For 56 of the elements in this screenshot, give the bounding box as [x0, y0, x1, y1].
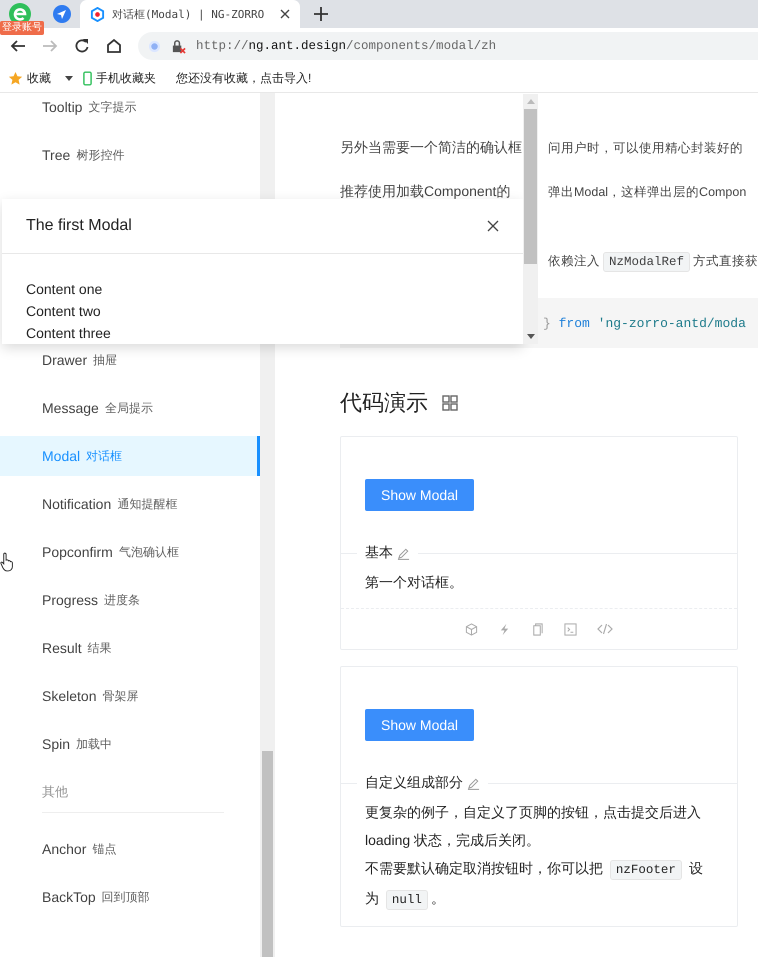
- home-icon[interactable]: [106, 38, 122, 54]
- sidebar-item[interactable]: Notification 通知提醒框: [0, 484, 260, 524]
- paragraph-text: 依赖注入 NzModalRef 方式直接获: [548, 252, 758, 270]
- bookmark[interactable]: 收藏: [8, 70, 51, 86]
- bookmark-hint[interactable]: 您还没有收藏，点击导入!: [176, 70, 312, 86]
- demo-description: 不需要默认确定取消按钮时，你可以把 nzFooter 设为 null 。: [365, 854, 713, 914]
- phone-icon: [83, 70, 92, 86]
- modal-content-line: Content two: [26, 302, 102, 321]
- sidebar-item[interactable]: Anchor 锚点: [0, 829, 260, 869]
- edit-icon[interactable]: [397, 546, 410, 560]
- scroll-down-icon[interactable]: [526, 334, 534, 339]
- demo-description: 更复杂的例子，自定义了页脚的按钮，点击提交后进入loading 状态，完成后关闭。: [365, 803, 702, 850]
- paragraph-text: 另外当需要一个简洁的确认框: [340, 139, 522, 155]
- back-icon[interactable]: [10, 38, 26, 54]
- lock-icon: [171, 38, 186, 54]
- close-icon[interactable]: [487, 220, 499, 232]
- edit-icon[interactable]: [467, 776, 480, 790]
- code-icon[interactable]: [597, 623, 613, 635]
- paragraph-text: 推荐使用加载Component的: [340, 183, 510, 199]
- reload-icon[interactable]: [74, 38, 90, 54]
- terminal-icon[interactable]: [564, 622, 577, 636]
- sidebar-item[interactable]: Drawer 抽屉: [0, 340, 260, 380]
- sidebar-item[interactable]: Tree 树形控件: [0, 135, 260, 175]
- modal-content-line: Content three: [26, 324, 112, 343]
- site-dot-icon: [148, 40, 161, 52]
- paragraph-text: 问用户时，可以使用精心封装好的: [548, 140, 743, 156]
- group-label: 其他: [42, 783, 68, 801]
- new-tab-icon[interactable]: [314, 7, 328, 21]
- copy-icon[interactable]: [531, 622, 544, 636]
- grid-icon[interactable]: [442, 395, 458, 411]
- scrollbar[interactable]: [523, 94, 538, 344]
- favicon-icon: [90, 6, 105, 22]
- close-icon[interactable]: [280, 9, 290, 19]
- sidebar-item[interactable]: Skeleton 骨架屏: [0, 676, 260, 716]
- bookmark[interactable]: 手机收藏夹: [83, 70, 156, 86]
- sidebar-item[interactable]: Spin 加载中: [0, 724, 260, 764]
- paragraph-text: 弹出Modal，这样弹出层的Compon: [548, 184, 746, 200]
- browser-tab[interactable]: 对话框(Modal) | NG-ZORRO: [80, 0, 300, 28]
- cube-icon[interactable]: [465, 622, 478, 636]
- navigation-icon[interactable]: [52, 4, 72, 24]
- demo-title: 基本: [365, 544, 393, 562]
- address-field[interactable]: http://ng.ant.design/components/modal/zh: [138, 32, 758, 60]
- star-icon: [8, 70, 23, 86]
- scroll-up-icon[interactable]: [526, 99, 534, 104]
- lightning-icon[interactable]: [498, 622, 511, 636]
- demo-description: 第一个对话框。: [365, 573, 464, 592]
- sidebar-item[interactable]: Tooltip 文字提示: [0, 93, 260, 127]
- demo-title: 自定义组成部分: [365, 774, 463, 792]
- sidebar-item[interactable]: Progress 进度条: [0, 580, 260, 620]
- modal-title: The first Modal: [26, 217, 132, 235]
- sidebar-item[interactable]: Message 全局提示: [0, 388, 260, 428]
- modal-content-line: Content one: [26, 280, 104, 299]
- sidebar-item[interactable]: Result 结果: [0, 628, 260, 668]
- section-title: 代码演示: [340, 389, 428, 417]
- caret-icon[interactable]: [65, 76, 73, 80]
- sidebar-item[interactable]: BackTop 回到顶部: [0, 877, 260, 917]
